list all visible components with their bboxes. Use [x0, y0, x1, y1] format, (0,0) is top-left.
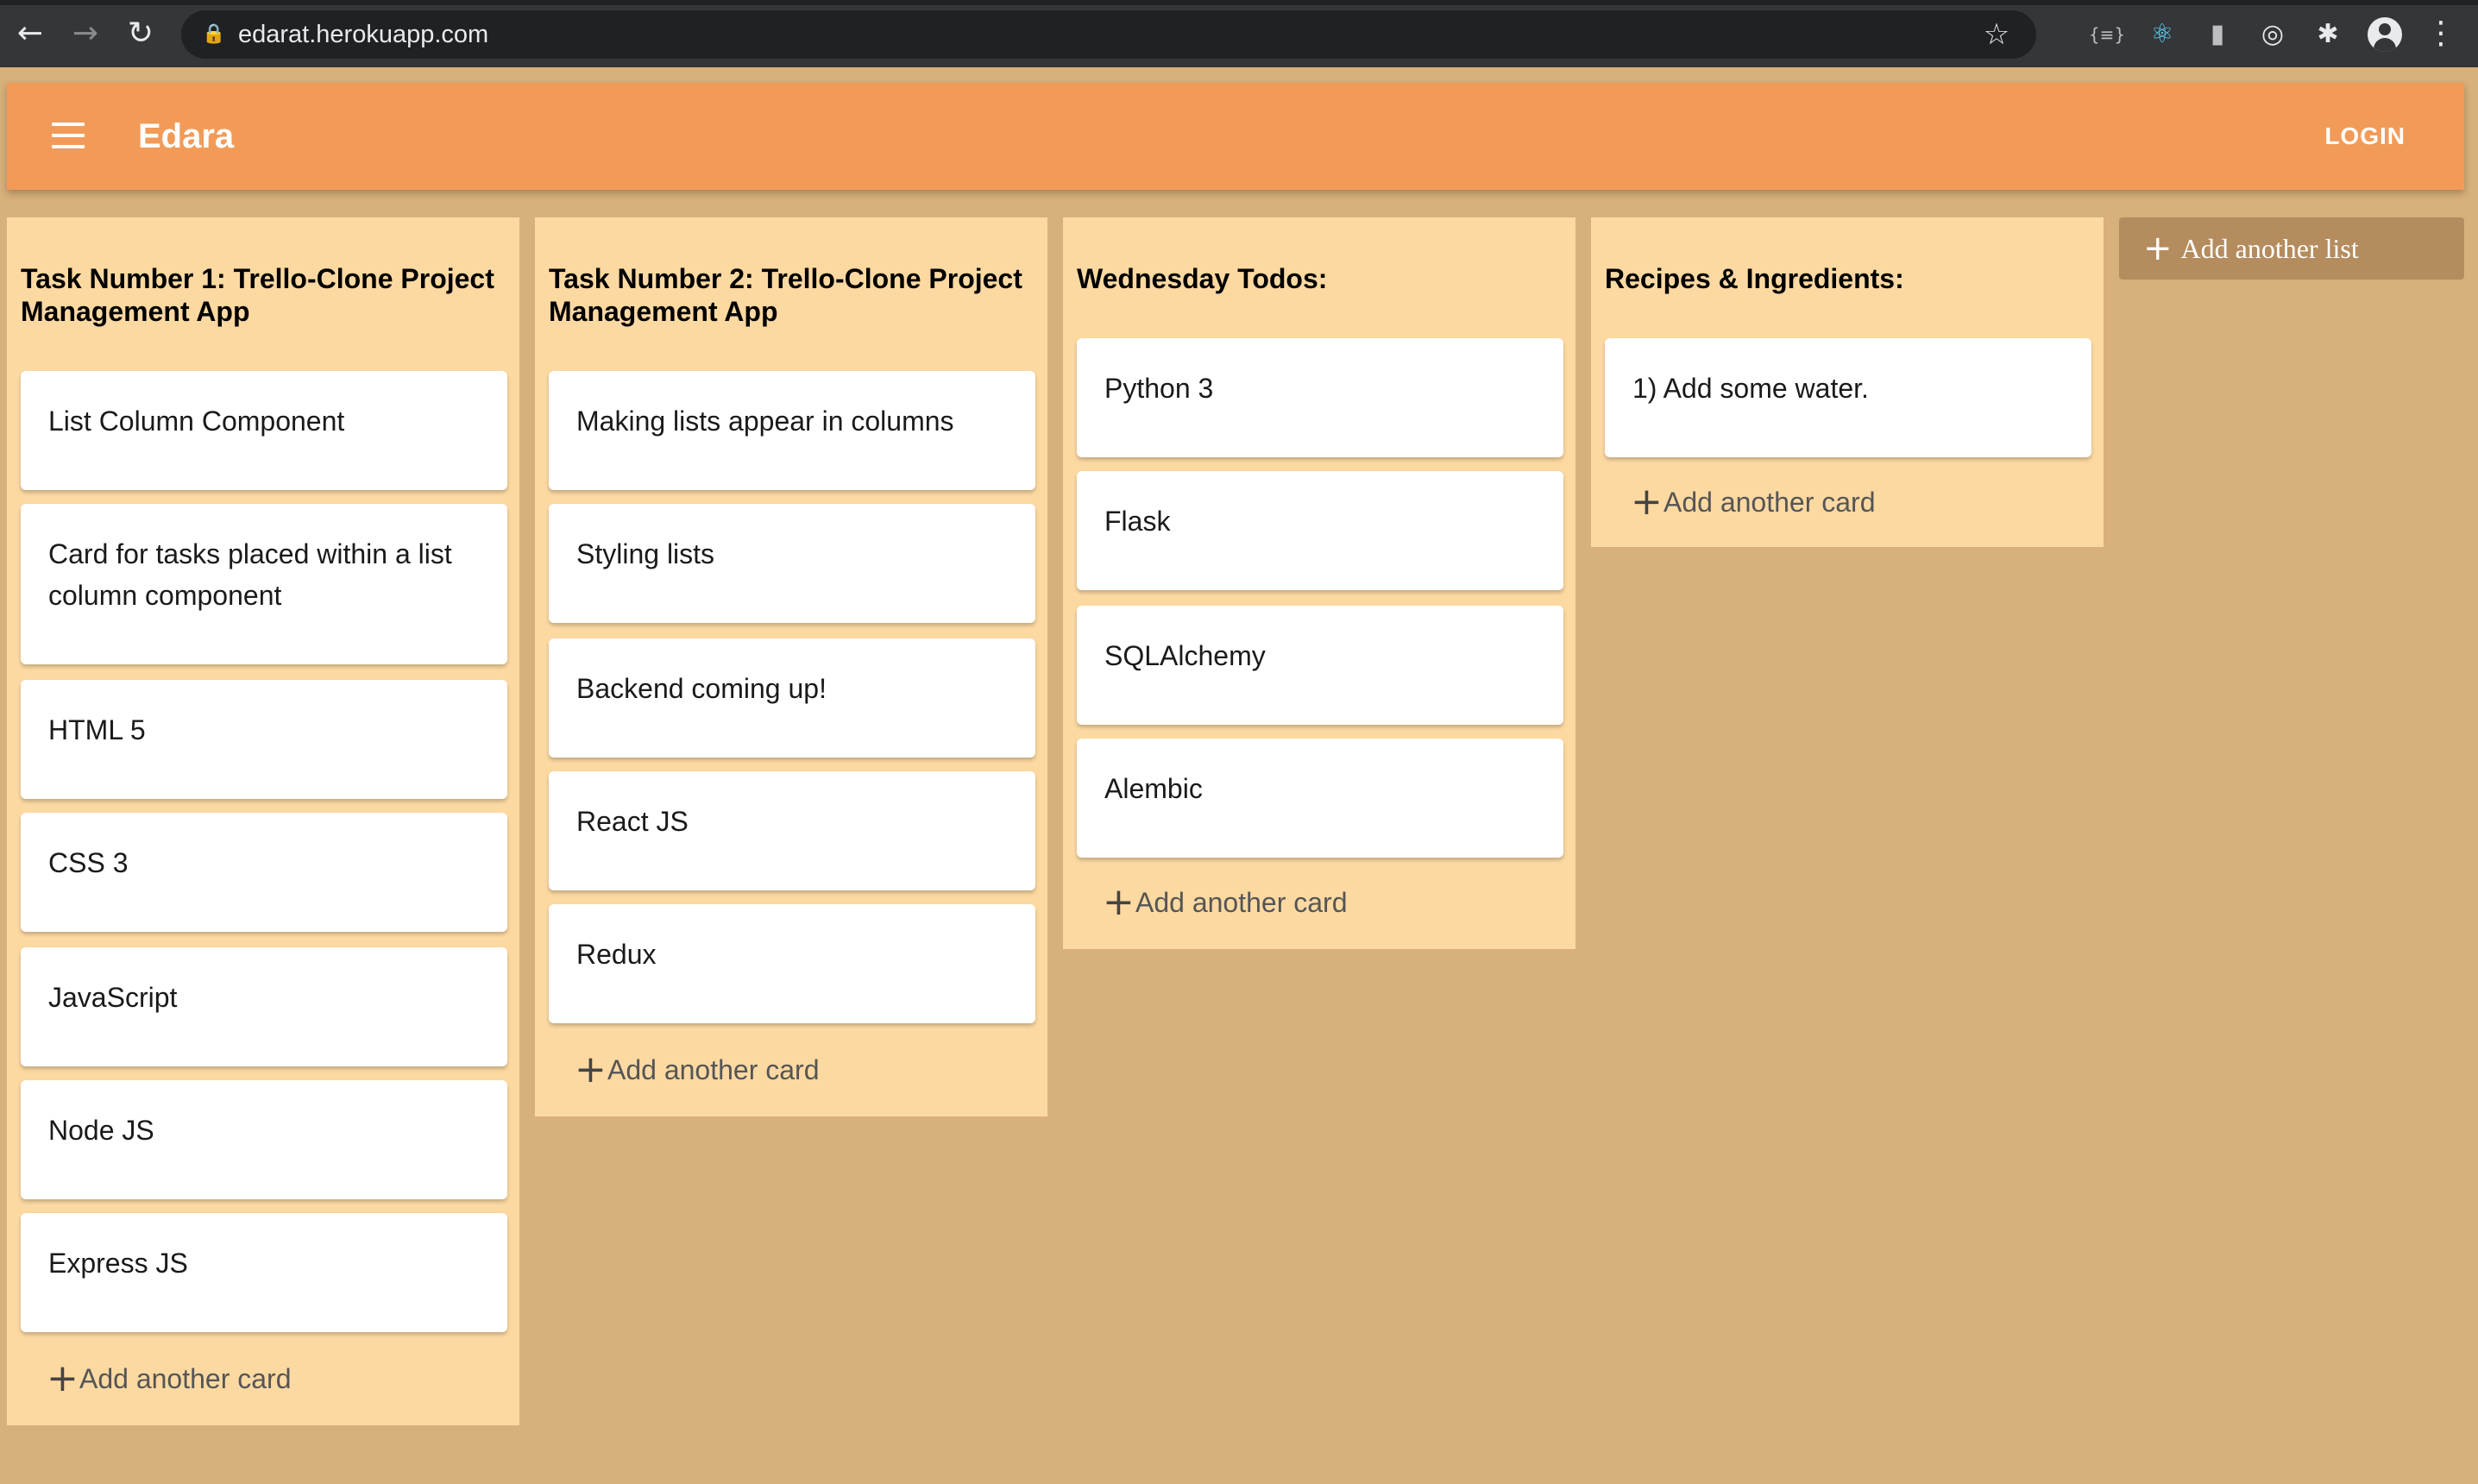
list-column: Task Number 1: Trello-Clone Project Mana…: [7, 217, 519, 1425]
react-devtools-icon[interactable]: ⚛: [2143, 16, 2181, 53]
plus-icon: +: [1103, 880, 1135, 924]
list-title[interactable]: Recipes & Ingredients:: [1605, 262, 2090, 295]
forward-icon[interactable]: →: [66, 14, 105, 53]
browser-menu-icon[interactable]: ⋮: [2421, 14, 2461, 53]
browser-toolbar: ← → ↻ 🔒 edarat.herokuapp.com ☆ {≡} ⚛ ▮ ◎…: [0, 0, 2478, 67]
task-card[interactable]: JavaScript: [21, 947, 507, 1066]
add-card-button[interactable]: +Add another card: [1103, 883, 1348, 921]
reload-icon[interactable]: ↻: [121, 14, 160, 53]
url-text[interactable]: edarat.herokuapp.com: [238, 10, 488, 59]
task-card[interactable]: 1) Add some water.: [1605, 338, 2091, 457]
add-card-label: Add another card: [607, 1054, 820, 1085]
task-card[interactable]: React JS: [549, 771, 1035, 890]
list-title[interactable]: Task Number 1: Trello-Clone Project Mana…: [21, 262, 506, 328]
plus-icon: +: [1631, 480, 1663, 524]
json-extension-icon[interactable]: {≡}: [2088, 16, 2126, 53]
task-card[interactable]: HTML 5: [21, 680, 507, 799]
task-card[interactable]: List Column Component: [21, 371, 507, 490]
task-card[interactable]: Backend coming up!: [549, 638, 1035, 758]
plus-icon: +: [2143, 229, 2173, 268]
task-card[interactable]: Styling lists: [549, 504, 1035, 623]
task-card[interactable]: Redux: [549, 904, 1035, 1023]
task-card[interactable]: Making lists appear in columns: [549, 371, 1035, 490]
app-header: Edara LOGIN: [7, 83, 2464, 190]
plus-icon: +: [47, 1356, 79, 1400]
add-list-button[interactable]: + Add another list: [2119, 217, 2464, 280]
list-title[interactable]: Task Number 2: Trello-Clone Project Mana…: [549, 262, 1034, 328]
task-card[interactable]: Express JS: [21, 1213, 507, 1332]
tab-strip: [0, 0, 2478, 5]
back-icon[interactable]: ←: [10, 14, 50, 53]
task-card[interactable]: CSS 3: [21, 813, 507, 932]
add-list-label: Add another list: [2180, 233, 2359, 264]
task-card[interactable]: Flask: [1077, 471, 1563, 590]
add-card-label: Add another card: [1664, 487, 1876, 518]
login-button[interactable]: LOGIN: [2324, 83, 2406, 190]
hamburger-menu-icon[interactable]: [52, 123, 85, 148]
add-card-label: Add another card: [1135, 887, 1348, 918]
bookmark-star-icon[interactable]: ☆: [1979, 17, 2014, 52]
lock-icon[interactable]: 🔒: [202, 22, 226, 47]
profile-avatar-icon[interactable]: [2368, 17, 2402, 52]
task-card[interactable]: Card for tasks placed within a list colu…: [21, 504, 507, 664]
add-card-button[interactable]: +Add another card: [575, 1051, 820, 1089]
extension-icon[interactable]: ▮: [2198, 16, 2236, 53]
plus-icon: +: [575, 1047, 607, 1091]
list-title[interactable]: Wednesday Todos:: [1077, 262, 1562, 295]
task-card[interactable]: SQLAlchemy: [1077, 606, 1563, 725]
list-column: Wednesday Todos: Python 3 Flask SQLAlche…: [1063, 217, 1575, 949]
add-card-button[interactable]: +Add another card: [47, 1360, 292, 1398]
address-bar[interactable]: 🔒 edarat.herokuapp.com ☆: [181, 10, 2036, 59]
add-card-label: Add another card: [79, 1363, 292, 1394]
list-column: Recipes & Ingredients: 1) Add some water…: [1591, 217, 2104, 547]
app-title: Edara: [138, 117, 235, 155]
task-card[interactable]: Node JS: [21, 1080, 507, 1199]
add-card-button[interactable]: +Add another card: [1631, 483, 1876, 521]
puzzle-extensions-icon[interactable]: ✱: [2309, 16, 2347, 53]
task-card[interactable]: Python 3: [1077, 338, 1563, 457]
target-extension-icon[interactable]: ◎: [2254, 16, 2292, 53]
list-column: Task Number 2: Trello-Clone Project Mana…: [535, 217, 1047, 1116]
task-card[interactable]: Alembic: [1077, 739, 1563, 858]
